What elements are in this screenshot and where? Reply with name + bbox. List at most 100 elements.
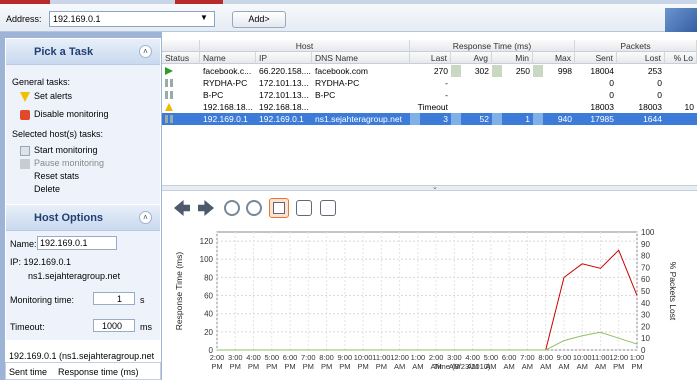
- y2-tick-label: 30: [641, 311, 650, 320]
- clock-icon[interactable]: [246, 200, 262, 216]
- calendar-day-icon[interactable]: [269, 198, 289, 218]
- cell-min: [492, 101, 533, 113]
- set-alerts-link[interactable]: Set alerts: [20, 91, 72, 102]
- log-col-response[interactable]: Response time (ms): [58, 367, 139, 377]
- stop-icon: [20, 109, 30, 120]
- x-tick-label: 9:00: [557, 353, 572, 362]
- table-row[interactable]: 192.168.18... 192.168.18... Timeout 18003 18…: [162, 101, 697, 113]
- x-tick-label: PM: [266, 362, 277, 371]
- table-row[interactable]: 192.169.0.1 192.169.0.1 ns1.sejahteragroup…: [162, 113, 697, 125]
- x-tick-label: 5:00: [484, 353, 499, 362]
- collapse-icon[interactable]: ˄: [139, 45, 152, 58]
- response-chart: 02040608010012001020304050607080901002:0…: [174, 228, 678, 371]
- delete-link[interactable]: Delete: [34, 184, 60, 194]
- y-tick-label: 80: [204, 273, 213, 282]
- x-tick-label: PM: [284, 362, 295, 371]
- x-tick-label: PM: [357, 362, 368, 371]
- pane-splitter[interactable]: ⌄: [162, 183, 697, 191]
- col-max[interactable]: Max: [533, 52, 575, 64]
- x-tick-label: PM: [303, 362, 314, 371]
- name-input[interactable]: 192.169.0.1: [37, 236, 117, 250]
- start-monitoring-label: Start monitoring: [34, 145, 98, 155]
- x-tick-label: 8:00: [319, 353, 334, 362]
- table-row[interactable]: RYDHA-PC 172.101.13... RYDHA-PC - 0 0: [162, 77, 697, 89]
- col-name[interactable]: Name: [200, 52, 256, 64]
- col-ip[interactable]: IP: [256, 52, 312, 64]
- cell-lost: 253: [647, 66, 662, 76]
- cell-avg: [451, 89, 492, 101]
- cell-sent: 17985: [590, 114, 614, 124]
- x-tick-label: 6:00: [283, 353, 298, 362]
- disable-monitoring-link[interactable]: Disable monitoring: [20, 109, 109, 120]
- cell-max: [533, 89, 575, 101]
- cell-ip: 192.169.0.1: [259, 114, 304, 124]
- host-options-header[interactable]: Host Options ˄: [6, 205, 160, 231]
- warn-icon: [162, 101, 200, 113]
- address-input[interactable]: 192.169.0.1: [49, 11, 215, 27]
- cell-last: -: [445, 90, 448, 100]
- log-col-sent[interactable]: Sent time: [9, 367, 47, 377]
- warning-icon: [20, 91, 30, 102]
- calendar-week-icon[interactable]: [296, 200, 312, 216]
- y2-tick-label: 40: [641, 299, 650, 308]
- cell-pct: [665, 65, 697, 77]
- cell-avg: [451, 77, 492, 89]
- table-row[interactable]: B-PC 172.101.13... B-PC - 0 0: [162, 89, 697, 101]
- pause-monitoring-link[interactable]: Pause monitoring: [20, 158, 104, 169]
- col-status[interactable]: Status: [162, 52, 200, 64]
- clock-icon[interactable]: [224, 200, 240, 216]
- y2-tick-label: 60: [641, 275, 650, 284]
- add-button[interactable]: Add>: [232, 11, 286, 28]
- forward-arrow-icon[interactable]: [198, 200, 214, 216]
- y2-tick-label: 10: [641, 334, 650, 343]
- address-label: Address:: [6, 14, 42, 24]
- group-response: Response Time (ms): [410, 40, 575, 52]
- x-tick-label: AM: [540, 362, 551, 371]
- x-tick-label: AM: [558, 362, 569, 371]
- col-dns[interactable]: DNS Name: [312, 52, 410, 64]
- monitoring-time-stepper[interactable]: 1: [93, 292, 135, 305]
- x-tick-label: PM: [230, 362, 241, 371]
- back-arrow-icon[interactable]: [174, 200, 190, 216]
- x-tick-label: PM: [339, 362, 350, 371]
- y2-tick-label: 100: [641, 228, 655, 237]
- x-tick-label: 7:00: [301, 353, 316, 362]
- col-lost[interactable]: Lost: [617, 52, 665, 64]
- table-row[interactable]: facebook.c... 66.220.158.... facebook.com 2…: [162, 65, 697, 77]
- cell-sent: 0: [609, 78, 614, 88]
- x-tick-label: 10:00: [573, 353, 592, 362]
- collapse-icon[interactable]: ˄: [139, 211, 152, 224]
- chevron-down-icon[interactable]: ⌄: [432, 183, 438, 191]
- col-lost-pct[interactable]: % Lo: [665, 52, 697, 64]
- x-tick-label: 7:00: [520, 353, 535, 362]
- host-options-title: Host Options: [34, 212, 104, 224]
- pick-task-header[interactable]: Pick a Task ˄: [6, 39, 160, 65]
- pause-icon: [162, 113, 200, 125]
- play-icon: [162, 65, 200, 77]
- cell-max: [533, 77, 575, 89]
- table-column-header: Status Name IP DNS Name Last Avg Min Max…: [162, 52, 697, 64]
- timeout-stepper[interactable]: 1000: [93, 319, 135, 332]
- cell-ip: 192.168.18...: [259, 102, 309, 112]
- col-min[interactable]: Min: [492, 52, 533, 64]
- x-tick-label: 12:00: [609, 353, 628, 362]
- reset-stats-link[interactable]: Reset stats: [34, 171, 79, 181]
- x-tick-label: 2:00: [210, 353, 225, 362]
- cell-name: facebook.c...: [203, 66, 252, 76]
- y-tick-label: 100: [200, 255, 214, 264]
- calendar-month-icon[interactable]: [320, 200, 336, 216]
- pause-icon: [20, 158, 30, 169]
- x-tick-label: 10:00: [354, 353, 373, 362]
- start-monitoring-link[interactable]: Start monitoring: [20, 145, 98, 156]
- x-tick-label: PM: [376, 362, 387, 371]
- cell-min: [492, 77, 533, 89]
- x-tick-label: 11:00: [372, 353, 390, 362]
- col-sent[interactable]: Sent: [575, 52, 617, 64]
- col-avg[interactable]: Avg: [451, 52, 492, 64]
- left-panel: Pick a Task ˄ General tasks: Set alerts …: [0, 32, 162, 380]
- chevron-down-icon[interactable]: ▼: [200, 13, 208, 22]
- cell-name: B-PC: [203, 90, 224, 100]
- col-last[interactable]: Last: [410, 52, 451, 64]
- cell-lost: 18003: [638, 102, 662, 112]
- x-tick-label: 9:00: [338, 353, 353, 362]
